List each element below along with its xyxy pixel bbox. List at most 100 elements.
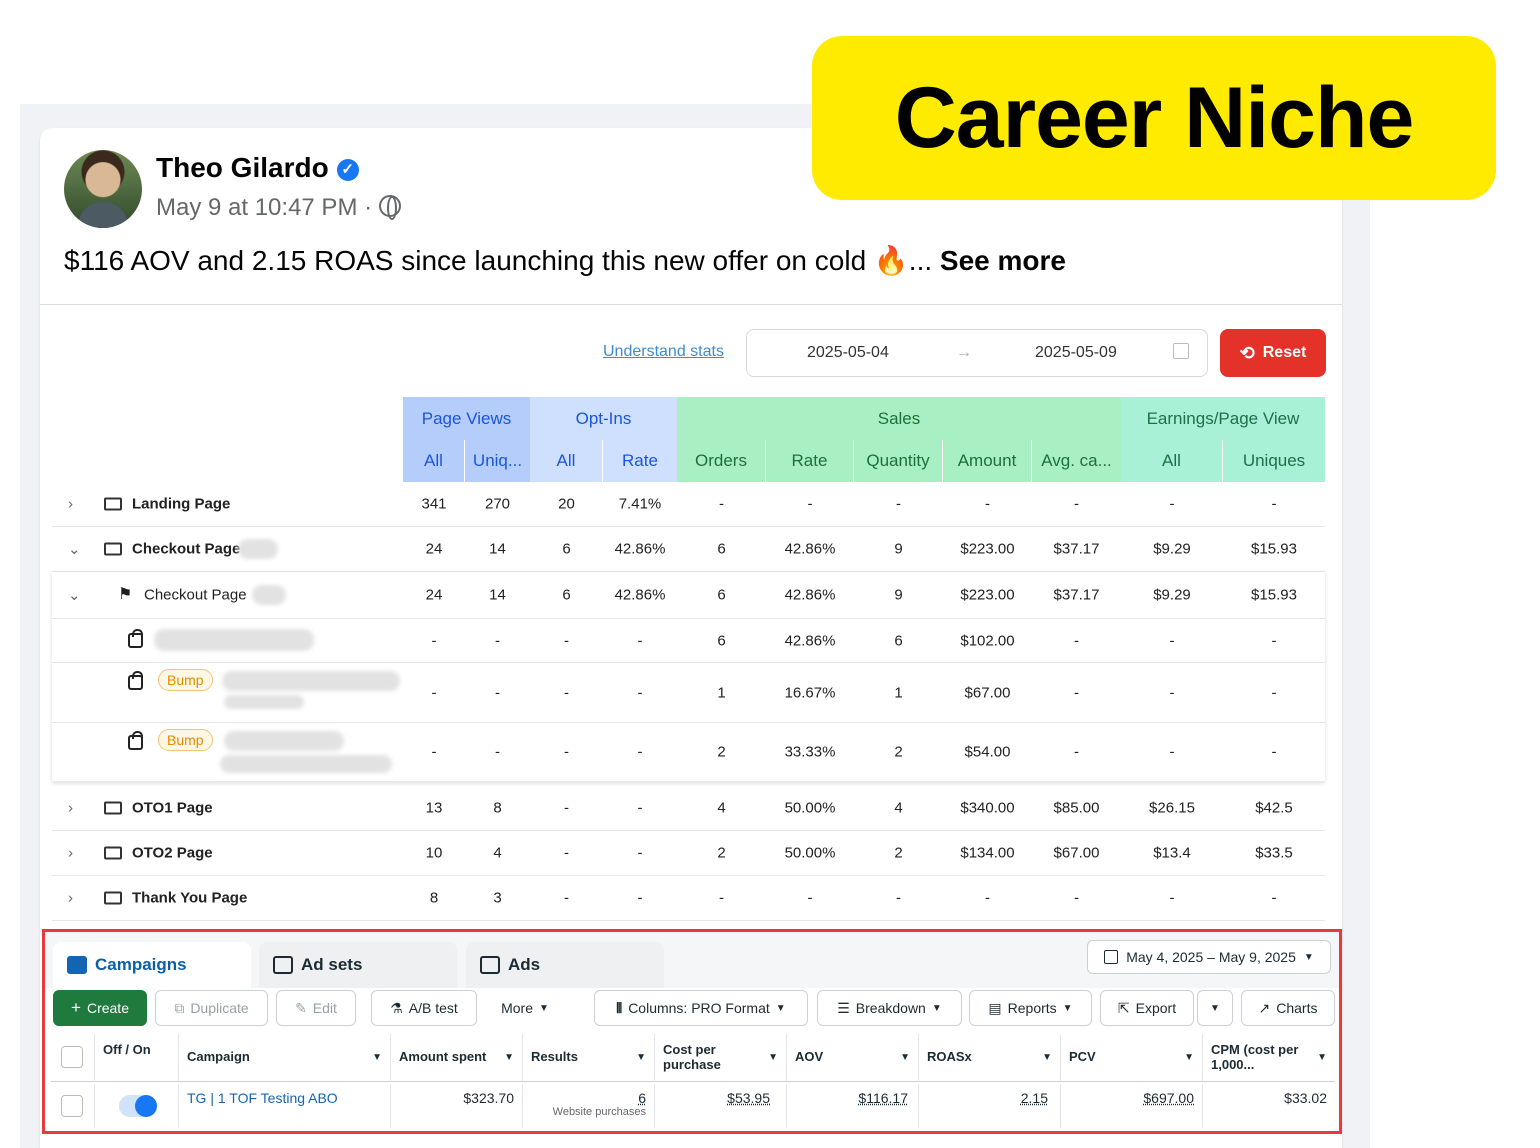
col-avg-cart[interactable]: Avg. ca... <box>1032 440 1121 482</box>
table-row[interactable]: › OTO1 Page 13 8 - - 4 50.00% 4 $340.00 … <box>52 786 1325 831</box>
cell: - <box>1271 889 1277 907</box>
col-cpm[interactable]: CPM (cost per 1,000... ▼ <box>1203 1034 1335 1082</box>
chevron-right-icon[interactable]: › <box>68 845 73 862</box>
tab-ads[interactable]: Ads <box>466 942 664 988</box>
table-row[interactable]: Bump - - - - 1 16.67% 1 $67.00 - - - <box>52 663 1325 723</box>
col-epv-uniques[interactable]: Uniques <box>1223 440 1325 482</box>
post-body: $116 AOV and 2.15 ROAS since launching t… <box>64 245 874 276</box>
reset-button[interactable]: ⟲ Reset <box>1220 329 1326 377</box>
date-range-button[interactable]: May 4, 2025 – May 9, 2025 ▼ <box>1087 940 1331 974</box>
chevron-right-icon[interactable]: › <box>68 890 73 907</box>
col-pv-uniq[interactable]: Uniq... <box>465 440 530 482</box>
col-roas[interactable]: ROASx ▼ <box>919 1034 1061 1082</box>
duplicate-button[interactable]: ⧉ Duplicate <box>155 990 268 1026</box>
timestamp-text[interactable]: May 9 at 10:47 PM · <box>156 194 372 221</box>
chevron-right-icon[interactable]: › <box>68 800 73 817</box>
col-sales-rate[interactable]: Rate <box>766 440 854 482</box>
ab-test-button[interactable]: ⚗ A/B test <box>371 990 477 1026</box>
table-row[interactable]: › OTO2 Page 10 4 - - 2 50.00% 2 $134.00 … <box>52 831 1325 876</box>
date-end[interactable]: 2025-05-09 <box>1035 344 1117 362</box>
col-aov[interactable]: AOV ▼ <box>787 1034 919 1082</box>
redacted-text <box>154 629 314 651</box>
campaign-toggle[interactable] <box>119 1095 157 1117</box>
cell: 24 <box>425 540 443 558</box>
col-orders[interactable]: Orders <box>677 440 766 482</box>
columns-button[interactable]: ⫴ Columns: PRO Format ▼ <box>594 990 808 1026</box>
tab-ad-sets[interactable]: Ad sets <box>259 942 457 988</box>
cell: - <box>807 495 813 513</box>
sort-icon[interactable]: ▼ <box>504 1052 514 1063</box>
table-row[interactable]: ⌄ ⚑ Checkout Page 24 14 6 42.86% 6 42.86… <box>52 572 1325 619</box>
fire-icon: 🔥 <box>873 245 909 276</box>
sort-icon[interactable]: ▼ <box>1042 1052 1052 1063</box>
export-dropdown-button[interactable]: ▼ <box>1197 990 1233 1026</box>
cell: 6 <box>562 586 571 604</box>
chevron-down-icon[interactable]: ⌄ <box>68 586 81 604</box>
table-row[interactable]: › Landing Page 341 270 20 7.41% - - - - … <box>52 482 1325 527</box>
post-author[interactable]: Theo Gilardo ✓ <box>156 152 359 184</box>
roas-value[interactable]: 2.15 <box>919 1084 1061 1128</box>
table-row[interactable]: - - - - 6 42.86% 6 $102.00 - - - <box>52 619 1325 663</box>
export-button[interactable]: ⇱ Export <box>1100 990 1194 1026</box>
redacted-text <box>252 585 286 605</box>
col-quantity[interactable]: Quantity <box>854 440 943 482</box>
date-range-picker[interactable]: 2025-05-04 → 2025-05-09 <box>746 329 1208 377</box>
breakdown-button[interactable]: ☰ Breakdown ▼ <box>817 990 962 1026</box>
chevron-down-icon[interactable]: ⌄ <box>68 540 81 558</box>
results-subtext: Website purchases <box>552 1106 646 1118</box>
flag-icon: ⚑ <box>118 586 133 603</box>
more-button[interactable]: More ▼ <box>485 990 565 1026</box>
col-opt-rate[interactable]: Rate <box>603 440 677 482</box>
col-results[interactable]: Results ▼ <box>523 1034 655 1082</box>
create-button[interactable]: + Create <box>53 990 147 1026</box>
cell: - <box>637 844 643 862</box>
cell: - <box>985 495 990 513</box>
caret-down-icon: ▼ <box>931 1002 942 1014</box>
cell: $26.15 <box>1149 799 1195 817</box>
col-off-on[interactable]: Off / On <box>95 1034 179 1082</box>
cell: 42.86% <box>614 586 666 604</box>
see-more-link[interactable]: See more <box>940 245 1066 276</box>
col-amount[interactable]: Amount <box>943 440 1032 482</box>
caret-down-icon: ▼ <box>1303 951 1314 963</box>
table-row[interactable]: ⌄ Checkout Page 24 14 6 42.86% 6 42.86% … <box>52 527 1325 572</box>
post-timestamp[interactable]: May 9 at 10:47 PM · <box>156 194 401 222</box>
sort-icon[interactable]: ▼ <box>1184 1052 1194 1063</box>
col-opt-all[interactable]: All <box>530 440 603 482</box>
cell: $15.93 <box>1251 540 1297 558</box>
col-pcv[interactable]: PCV ▼ <box>1061 1034 1203 1082</box>
understand-stats-link[interactable]: Understand stats <box>603 343 724 361</box>
col-epv-all[interactable]: All <box>1121 440 1223 482</box>
sort-icon[interactable]: ▼ <box>900 1052 910 1063</box>
cell: $37.17 <box>1053 540 1100 558</box>
date-start[interactable]: 2025-05-04 <box>807 344 889 362</box>
avatar[interactable] <box>64 150 142 228</box>
results-value[interactable]: 6 <box>531 1090 646 1106</box>
header-label: Amount spent <box>399 1049 487 1064</box>
cell: 341 <box>421 495 447 513</box>
sort-icon[interactable]: ▼ <box>1317 1052 1327 1063</box>
cost-per-purchase-value[interactable]: $53.95 <box>655 1084 787 1128</box>
tab-campaigns[interactable]: Campaigns <box>53 942 251 988</box>
table-row[interactable]: Bump - - - - 2 33.33% 2 $54.00 - - - <box>52 723 1325 782</box>
aov-value[interactable]: $116.17 <box>787 1084 919 1128</box>
charts-button[interactable]: ↗ Charts <box>1241 990 1335 1026</box>
sort-icon[interactable]: ▼ <box>636 1052 646 1063</box>
table-row[interactable]: › Thank You Page 8 3 - - - - - - - - - <box>52 876 1325 921</box>
cell: - <box>637 743 643 761</box>
reports-button[interactable]: ▤ Reports ▼ <box>969 990 1092 1026</box>
col-campaign[interactable]: Campaign ▼ <box>179 1034 391 1082</box>
author-name[interactable]: Theo Gilardo <box>156 152 329 183</box>
select-all-checkbox[interactable] <box>61 1046 83 1068</box>
row-checkbox[interactable] <box>61 1095 83 1117</box>
col-pv-all[interactable]: All <box>403 440 465 482</box>
edit-button[interactable]: ✎ Edit <box>276 990 356 1026</box>
sort-icon[interactable]: ▼ <box>768 1052 778 1063</box>
col-amount-spent[interactable]: Amount spent ▼ <box>391 1034 523 1082</box>
pcv-value[interactable]: $697.00 <box>1061 1084 1203 1128</box>
campaign-name-link[interactable]: TG | 1 TOF Testing ABO <box>179 1084 391 1128</box>
chevron-right-icon[interactable]: › <box>68 496 73 513</box>
col-cost-per-purchase[interactable]: Cost per purchase ▼ <box>655 1034 787 1082</box>
sort-icon[interactable]: ▼ <box>372 1052 382 1063</box>
tab-label: Campaigns <box>95 955 187 974</box>
